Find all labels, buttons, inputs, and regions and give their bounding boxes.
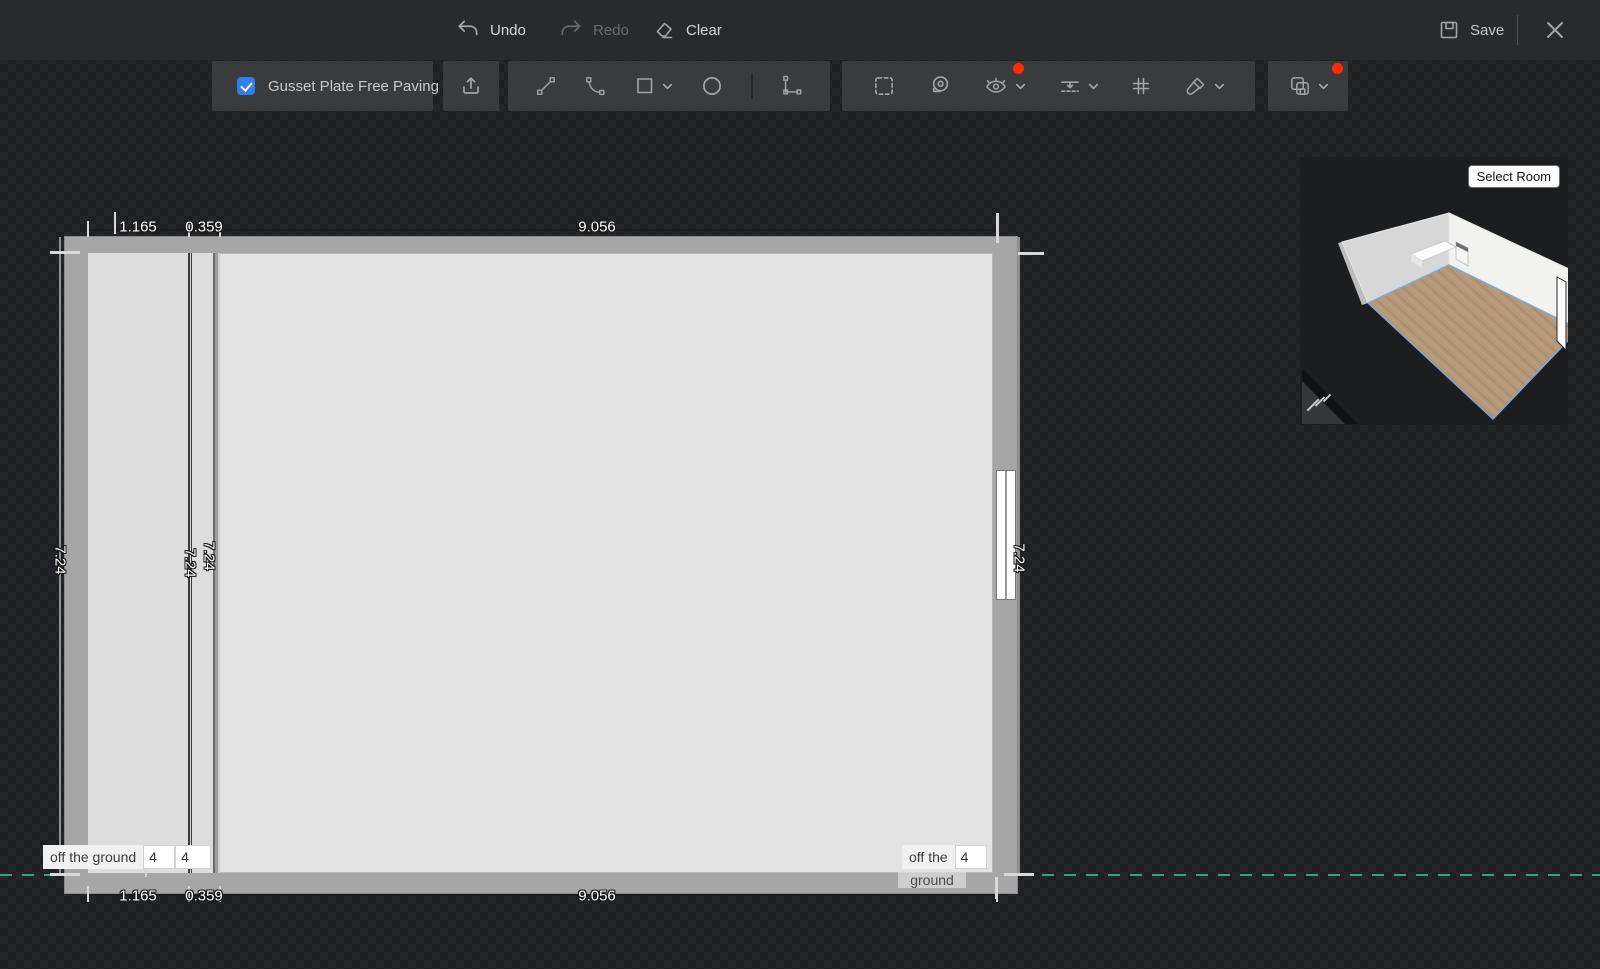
guide-line-right: [1020, 874, 1600, 876]
dim-label-bottom-2: 0.359: [185, 888, 223, 905]
dim-label-top-3: 9.056: [578, 219, 616, 236]
off-ground-right-control: off the: [902, 845, 987, 869]
rect-tool-button[interactable]: [633, 74, 674, 98]
dim-label-right: 7.24: [1011, 543, 1028, 572]
dim-tick: [1004, 873, 1034, 876]
marquee-select-icon[interactable]: [871, 73, 897, 99]
chevron-down-icon: [1317, 80, 1330, 93]
save-label: Save: [1470, 22, 1504, 39]
topbar-divider: [1517, 15, 1518, 45]
close-icon: [1543, 18, 1567, 42]
rect-tool-icon: [633, 74, 657, 98]
off-ground-right-label: off the: [902, 845, 955, 869]
dim-tick: [50, 873, 80, 876]
view-tools-panel: [842, 61, 1255, 111]
upload-panel: [443, 61, 499, 111]
notification-dot: [1013, 63, 1024, 74]
clear-icon: [653, 18, 677, 42]
close-button[interactable]: [1543, 0, 1567, 60]
dim-line-bottom: [88, 894, 997, 896]
visibility-button[interactable]: [982, 73, 1027, 99]
off-ground-left-input-a[interactable]: [143, 845, 175, 869]
undo-label: Undo: [490, 22, 526, 39]
level-align-button[interactable]: [1057, 73, 1100, 99]
line-tool-icon[interactable]: [534, 74, 558, 98]
clear-label: Clear: [686, 22, 722, 39]
tape-measure-icon[interactable]: [927, 73, 953, 99]
undo-icon: [455, 17, 481, 43]
dim-label-inner-a: 7.24: [182, 548, 199, 577]
dim-tick: [114, 212, 116, 234]
off-ground-left-control: off the ground: [43, 845, 211, 869]
dim-tick: [1018, 252, 1044, 255]
visibility-icon: [982, 73, 1010, 99]
off-ground-right-input[interactable]: [955, 845, 987, 869]
chevron-down-icon: [661, 80, 674, 93]
chevron-down-icon: [1213, 80, 1226, 93]
duplicate-layout-button[interactable]: [1287, 73, 1330, 99]
select-room-button[interactable]: Select Room: [1468, 165, 1560, 188]
dim-label-bottom-3: 9.056: [578, 888, 616, 905]
dim-tick: [996, 213, 999, 243]
dim-label-top-2: 0.359: [185, 219, 223, 236]
paint-brush-icon: [1183, 73, 1209, 99]
dim-label-inner-b: 7.24: [201, 541, 218, 570]
redo-button[interactable]: Redo: [558, 0, 629, 60]
grid-icon[interactable]: [1129, 74, 1153, 98]
clear-button[interactable]: Clear: [653, 0, 722, 60]
room-floor-left-strip[interactable]: [88, 253, 188, 873]
dim-tick: [995, 877, 998, 899]
dim-tick: [87, 886, 89, 902]
partition-line: [218, 253, 220, 873]
polyline-tool-icon[interactable]: [778, 73, 804, 99]
paving-checkbox[interactable]: [237, 77, 255, 95]
upload-icon[interactable]: [458, 73, 484, 99]
tools-divider: [751, 73, 753, 99]
top-bar: Undo Redo Clear Save: [0, 0, 1600, 60]
off-ground-left-label: off the ground: [43, 845, 143, 869]
redo-label: Redo: [593, 22, 629, 39]
save-button[interactable]: Save: [1437, 0, 1504, 60]
chevron-down-icon: [1087, 80, 1100, 93]
room-3d-render: [1300, 157, 1568, 425]
dim-label-top-1: 1.165: [119, 219, 157, 236]
level-align-icon: [1057, 73, 1083, 99]
room-3d-preview[interactable]: Select Room: [1300, 157, 1568, 425]
undo-button[interactable]: Undo: [455, 0, 526, 60]
off-ground-right-label-wrap: ground: [898, 872, 966, 888]
room-floor[interactable]: [88, 253, 993, 873]
draw-tools-panel: [508, 61, 830, 111]
window-mullion: [1005, 471, 1007, 599]
dim-label-bottom-1: 1.165: [119, 888, 157, 905]
paving-checkbox-label[interactable]: Gusset Plate Free Paving: [268, 78, 439, 95]
circle-tool-icon[interactable]: [699, 73, 725, 99]
dim-tick: [50, 251, 80, 254]
paving-panel: Gusset Plate Free Paving: [212, 61, 433, 111]
dim-line-top: [88, 229, 997, 231]
notification-dot: [1332, 63, 1343, 74]
wall-window[interactable]: [996, 470, 1016, 600]
off-ground-left-input-b[interactable]: [175, 845, 211, 869]
duplicate-layout-icon: [1287, 73, 1313, 99]
dim-tick: [87, 221, 89, 237]
arc-tool-icon[interactable]: [583, 74, 607, 98]
chevron-down-icon: [1014, 80, 1027, 93]
redo-icon: [558, 17, 584, 43]
save-icon: [1437, 18, 1461, 42]
dim-label-left: 7.24: [52, 545, 69, 574]
paint-brush-button[interactable]: [1183, 73, 1226, 99]
